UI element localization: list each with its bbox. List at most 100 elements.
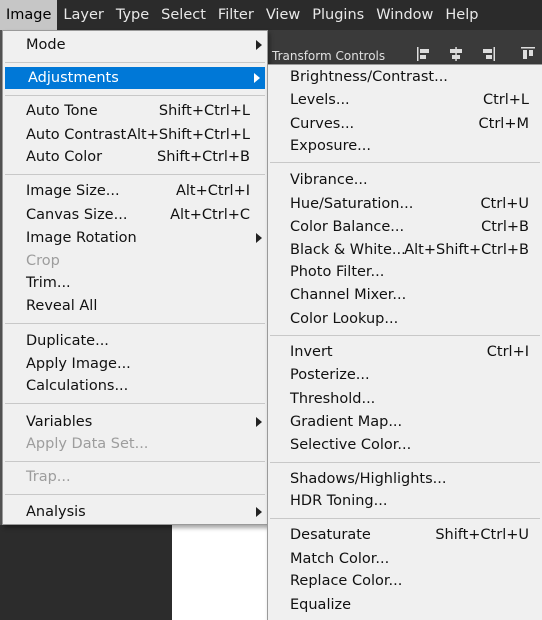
menu-item-shortcut: Alt+Ctrl+I xyxy=(175,183,250,199)
menu-item-photo-filter[interactable]: Photo Filter... xyxy=(268,261,542,283)
menu-item-shortcut: Alt+Shift+Ctrl+L xyxy=(127,127,250,143)
menu-item-calculations[interactable]: Calculations... xyxy=(3,375,267,397)
align-top-edges-icon[interactable] xyxy=(520,46,536,62)
menu-item-label: Auto Color xyxy=(26,149,103,165)
submenu-arrow-icon xyxy=(256,40,262,50)
menu-item-channel-mixer[interactable]: Channel Mixer... xyxy=(268,284,542,306)
menu-item-label: Auto Contrast xyxy=(26,127,127,143)
menu-item-threshold[interactable]: Threshold... xyxy=(268,388,542,410)
document-canvas[interactable] xyxy=(172,525,272,620)
menu-item-auto-color[interactable]: Auto Color Shift+Ctrl+B xyxy=(3,146,267,168)
align-left-edges-icon[interactable] xyxy=(416,46,432,62)
menu-item-curves[interactable]: Curves... Ctrl+M xyxy=(268,113,542,135)
menu-separator xyxy=(5,403,265,404)
menu-help[interactable]: Help xyxy=(439,0,484,30)
align-right-edges-icon[interactable] xyxy=(480,46,496,62)
menu-type[interactable]: Type xyxy=(110,0,155,30)
menu-item-invert[interactable]: Invert Ctrl+I xyxy=(268,341,542,363)
menu-item-shortcut: Alt+Ctrl+C xyxy=(170,207,250,223)
menu-item-duplicate[interactable]: Duplicate... xyxy=(3,330,267,352)
menu-item-label: Trim... xyxy=(26,275,71,291)
menu-item-label: Match Color... xyxy=(290,551,390,567)
menu-item-trim[interactable]: Trim... xyxy=(3,272,267,294)
menu-item-desaturate[interactable]: Desaturate Shift+Ctrl+U xyxy=(268,524,542,546)
menu-separator xyxy=(270,162,540,163)
menu-plugins[interactable]: Plugins xyxy=(306,0,370,30)
menu-layer[interactable]: Layer xyxy=(57,0,109,30)
menu-item-label: Image Rotation xyxy=(26,230,137,246)
menu-item-auto-tone[interactable]: Auto Tone Shift+Ctrl+L xyxy=(3,100,267,122)
menu-item-adjustments[interactable]: Adjustments xyxy=(5,67,265,89)
menu-item-vibrance[interactable]: Vibrance... xyxy=(268,169,542,191)
menu-item-label: Calculations... xyxy=(26,378,129,394)
menu-item-selective-color[interactable]: Selective Color... xyxy=(268,434,542,456)
menu-item-auto-contrast[interactable]: Auto Contrast Alt+Shift+Ctrl+L xyxy=(3,124,267,146)
menu-item-exposure[interactable]: Exposure... xyxy=(268,135,542,157)
adjustments-submenu: Brightness/Contrast... Levels... Ctrl+L … xyxy=(267,64,542,620)
menu-item-image-rotation[interactable]: Image Rotation xyxy=(3,227,267,249)
menu-select[interactable]: Select xyxy=(155,0,212,30)
menu-item-label: Variables xyxy=(26,414,93,430)
menu-item-levels[interactable]: Levels... Ctrl+L xyxy=(268,89,542,111)
menu-item-label: Duplicate... xyxy=(26,333,109,349)
menu-item-hue-saturation[interactable]: Hue/Saturation... Ctrl+U xyxy=(268,193,542,215)
menu-item-gradient-map[interactable]: Gradient Map... xyxy=(268,411,542,433)
menu-item-shortcut: Ctrl+U xyxy=(480,196,529,212)
menu-separator xyxy=(270,335,540,336)
menu-view[interactable]: View xyxy=(260,0,306,30)
menu-item-label: Hue/Saturation... xyxy=(290,196,414,212)
menu-item-posterize[interactable]: Posterize... xyxy=(268,364,542,386)
menu-item-shortcut: Ctrl+M xyxy=(478,116,529,132)
menu-item-shortcut: Ctrl+L xyxy=(482,92,529,108)
menu-item-trap: Trap... xyxy=(3,466,267,488)
menu-separator xyxy=(5,494,265,495)
menu-item-label: Levels... xyxy=(290,92,350,108)
menu-item-canvas-size[interactable]: Canvas Size... Alt+Ctrl+C xyxy=(3,204,267,226)
menu-item-shortcut: Shift+Ctrl+U xyxy=(435,527,529,543)
menu-image[interactable]: Image xyxy=(0,0,58,30)
menu-item-label: Shadows/Highlights... xyxy=(290,471,447,487)
menu-item-shortcut: Ctrl+B xyxy=(481,219,529,235)
menu-separator xyxy=(5,95,265,96)
menu-item-label: Exposure... xyxy=(290,138,371,154)
menu-window[interactable]: Window xyxy=(370,0,439,30)
menu-item-label: Curves... xyxy=(290,116,355,132)
menu-item-label: Threshold... xyxy=(290,391,376,407)
menu-item-image-size[interactable]: Image Size... Alt+Ctrl+I xyxy=(3,180,267,202)
menu-separator xyxy=(5,461,265,462)
menu-item-match-color[interactable]: Match Color... xyxy=(268,548,542,570)
tools-panel-area xyxy=(0,525,172,620)
menu-item-shortcut: Ctrl+I xyxy=(486,344,529,360)
menu-item-reveal-all[interactable]: Reveal All xyxy=(3,295,267,317)
menu-item-label: Reveal All xyxy=(26,298,98,314)
menu-item-black-white[interactable]: Black & White... Alt+Shift+Ctrl+B xyxy=(268,239,542,261)
menu-item-label: Equalize xyxy=(290,597,352,613)
menu-item-label: Color Balance... xyxy=(290,219,405,235)
menu-item-analysis[interactable]: Analysis xyxy=(3,501,267,523)
menu-filter[interactable]: Filter xyxy=(212,0,260,30)
menu-separator xyxy=(5,174,265,175)
menu-item-shadows-highlights[interactable]: Shadows/Highlights... xyxy=(268,468,542,490)
align-horizontal-centers-icon[interactable] xyxy=(448,46,464,62)
menu-item-label: Image Size... xyxy=(26,183,120,199)
menu-item-label: Black & White... xyxy=(290,242,406,258)
transform-controls-label[interactable]: Transform Controls xyxy=(272,49,385,63)
menu-separator xyxy=(270,518,540,519)
menu-item-label: Vibrance... xyxy=(290,172,368,188)
menu-item-replace-color[interactable]: Replace Color... xyxy=(268,570,542,592)
menu-item-variables[interactable]: Variables xyxy=(3,411,267,433)
menu-item-label: Selective Color... xyxy=(290,437,412,453)
menu-item-label: Posterize... xyxy=(290,367,370,383)
menu-item-label: Analysis xyxy=(26,504,86,520)
menu-item-color-balance[interactable]: Color Balance... Ctrl+B xyxy=(268,216,542,238)
menu-item-mode[interactable]: Mode xyxy=(3,34,267,56)
menu-item-label: Adjustments xyxy=(28,70,119,86)
menu-item-brightness-contrast[interactable]: Brightness/Contrast... xyxy=(268,66,542,88)
submenu-arrow-icon xyxy=(254,73,260,83)
menu-item-crop: Crop xyxy=(3,250,267,272)
menu-item-hdr-toning[interactable]: HDR Toning... xyxy=(268,490,542,512)
menu-item-equalize[interactable]: Equalize xyxy=(268,594,542,616)
menu-item-color-lookup[interactable]: Color Lookup... xyxy=(268,308,542,330)
menu-item-apply-image[interactable]: Apply Image... xyxy=(3,353,267,375)
menu-item-label: Photo Filter... xyxy=(290,264,385,280)
